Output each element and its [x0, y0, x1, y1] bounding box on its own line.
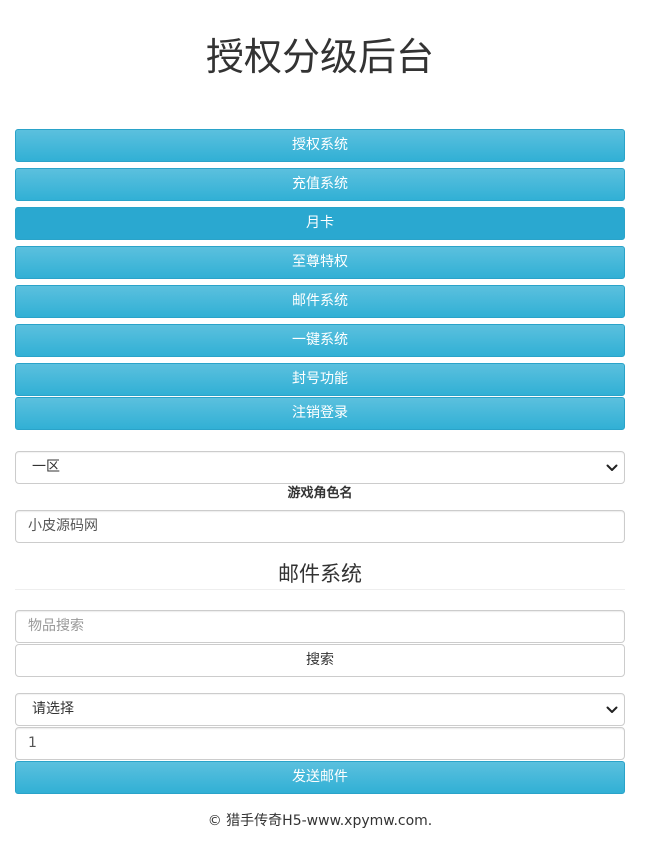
item-search-input[interactable]: 物品搜索	[15, 610, 625, 643]
menu-button-auth-system[interactable]: 授权系统	[15, 129, 625, 162]
menu-button-recharge-system[interactable]: 充值系统	[15, 168, 625, 201]
server-select[interactable]: 一区	[15, 451, 625, 484]
server-select-value: 一区	[32, 459, 60, 475]
menu-button-logout[interactable]: 注销登录	[15, 397, 625, 430]
footer-copyright: © 猎手传奇H5-www.xpymw.com.	[207, 813, 433, 829]
role-name-input[interactable]: 小皮源码网	[15, 510, 625, 543]
section-divider	[15, 589, 625, 590]
quantity-input[interactable]: 1	[15, 727, 625, 760]
item-select-value: 请选择	[32, 701, 74, 717]
menu-button-monthly-card[interactable]: 月卡	[15, 207, 625, 240]
menu-button-ban-function[interactable]: 封号功能	[15, 363, 625, 396]
role-name-label: 游戏角色名	[287, 486, 353, 501]
menu-button-one-click-system[interactable]: 一键系统	[15, 324, 625, 357]
item-select[interactable]: 请选择	[15, 693, 625, 726]
chevron-down-icon	[606, 706, 618, 713]
search-button[interactable]: 搜索	[15, 644, 625, 677]
menu-button-supreme-privilege[interactable]: 至尊特权	[15, 246, 625, 279]
page-title: 授权分级后台	[205, 35, 434, 80]
mail-section-title: 邮件系统	[278, 562, 362, 586]
send-mail-button[interactable]: 发送邮件	[15, 761, 625, 794]
menu-button-mail-system[interactable]: 邮件系统	[15, 285, 625, 318]
chevron-down-icon	[606, 464, 618, 471]
